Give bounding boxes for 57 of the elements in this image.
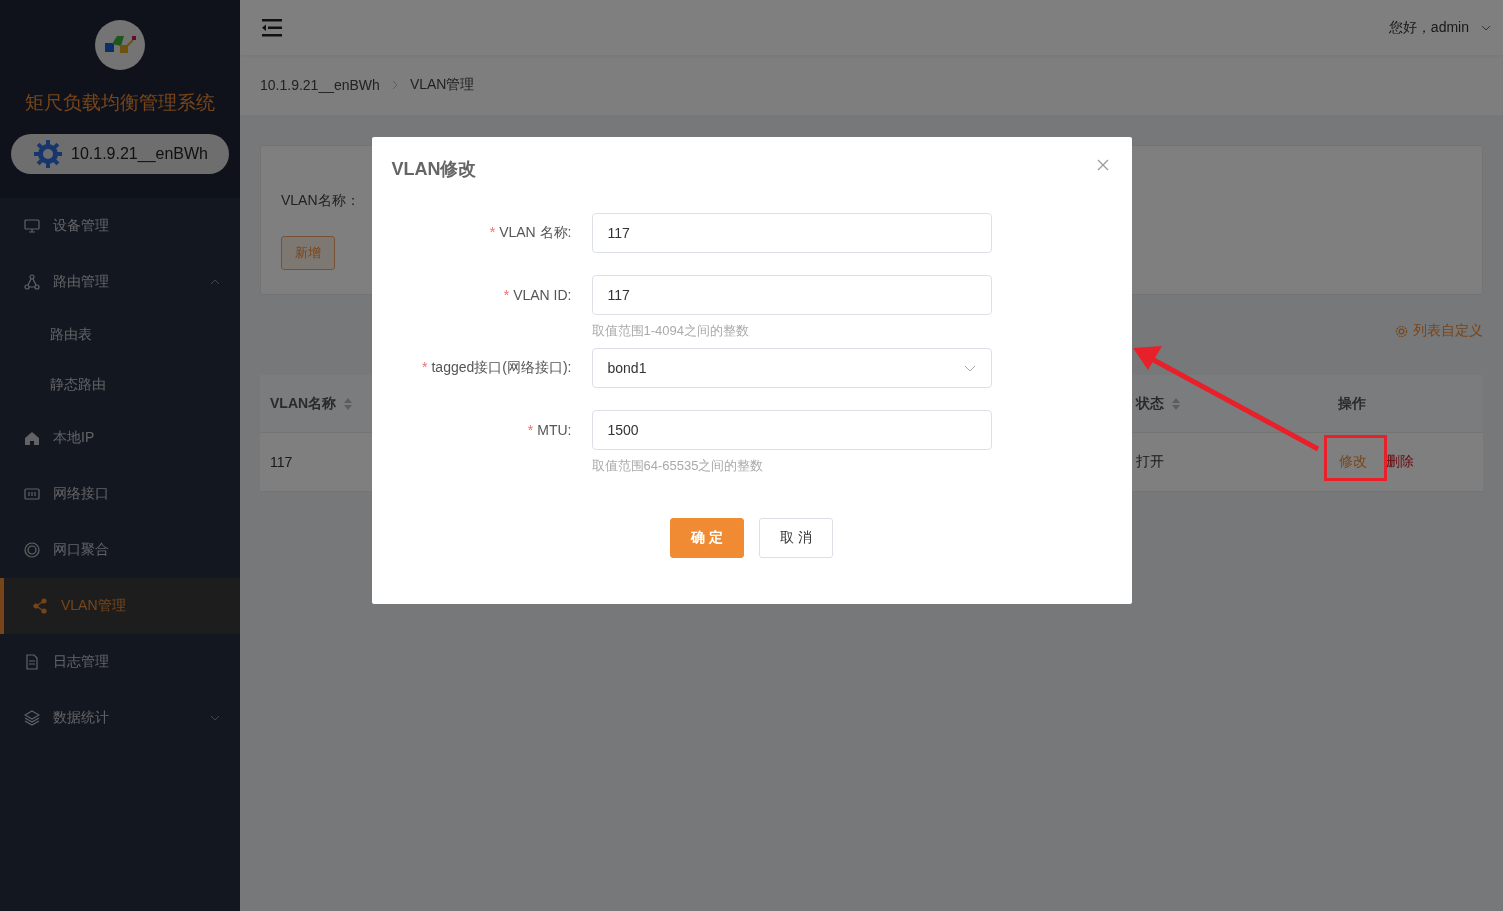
logo-icon xyxy=(95,20,145,70)
menu-item[interactable]: 本地IP xyxy=(0,410,240,466)
menu-item[interactable]: 数据统计 xyxy=(0,690,240,746)
panel-icon xyxy=(24,486,40,502)
home-icon xyxy=(24,430,40,446)
sort-icon[interactable] xyxy=(1172,397,1180,410)
system-title: 矩尺负载均衡管理系统 xyxy=(25,91,215,115)
submenu-item[interactable]: 路由表 xyxy=(0,310,240,360)
user-menu[interactable]: 您好，admin xyxy=(1388,18,1491,37)
menu-item[interactable]: VLAN管理 xyxy=(0,578,240,634)
table-cell: 打开 xyxy=(1136,453,1164,471)
delete-link[interactable]: 删除 xyxy=(1386,453,1414,471)
input-field[interactable]: 1500 xyxy=(591,410,992,450)
add-button[interactable]: 新增 xyxy=(281,236,335,270)
search-label: VLAN名称： xyxy=(281,192,360,210)
ring-icon xyxy=(24,542,40,558)
document-icon xyxy=(24,654,40,670)
table-cell: 117 xyxy=(270,454,293,470)
cancel-button[interactable]: 取 消 xyxy=(759,518,833,558)
chevron-down-icon xyxy=(1481,24,1491,31)
submenu-item[interactable]: 静态路由 xyxy=(0,360,240,410)
close-icon[interactable] xyxy=(1096,159,1109,171)
column-header[interactable]: VLAN名称 xyxy=(270,394,353,413)
breadcrumb-item[interactable]: VLAN管理 xyxy=(409,76,475,94)
edit-link[interactable]: 修改 xyxy=(1338,451,1368,473)
menu-item[interactable]: 设备管理 xyxy=(0,198,240,254)
highlight-box xyxy=(1324,435,1387,481)
field-hint: 取值范围64-65535之间的整数 xyxy=(591,457,765,475)
layers-icon xyxy=(24,710,40,726)
gear-icon xyxy=(1395,324,1408,338)
device-selector[interactable]: 10.1.9.21__enBWh xyxy=(11,134,229,174)
field-label: * VLAN ID: xyxy=(502,287,572,303)
field-hint: 取值范围1-4094之间的整数 xyxy=(591,322,750,340)
menu-icon[interactable] xyxy=(262,18,282,37)
input-field[interactable]: 117 xyxy=(591,275,992,315)
menu-item[interactable]: 网口聚合 xyxy=(0,522,240,578)
menu-item[interactable]: 网络接口 xyxy=(0,466,240,522)
share-icon xyxy=(32,598,48,614)
select-field[interactable]: bond1 xyxy=(591,348,992,388)
field-label: * MTU: xyxy=(526,422,572,438)
gear-icon xyxy=(33,139,63,169)
field-label: * tagged接口(网络接口): xyxy=(421,359,572,377)
breadcrumb-item[interactable]: 10.1.9.21__enBWh xyxy=(260,77,380,93)
column-header: 操作 xyxy=(1338,394,1366,413)
list-customize-link[interactable]: 列表自定义 xyxy=(1395,322,1483,340)
chevron-right-icon xyxy=(391,80,398,90)
field-label: * VLAN 名称: xyxy=(488,224,572,242)
menu-item[interactable]: 路由管理 xyxy=(0,254,240,310)
confirm-button[interactable]: 确 定 xyxy=(670,518,744,558)
input-field[interactable]: 117 xyxy=(591,213,992,253)
dialog-title: VLAN修改 xyxy=(391,158,477,181)
monitor-icon xyxy=(24,218,40,234)
nodes-icon xyxy=(24,274,40,290)
menu-item[interactable]: 日志管理 xyxy=(0,634,240,690)
column-header[interactable]: 状态 xyxy=(1136,394,1180,413)
chevron-down-icon xyxy=(963,364,976,372)
sort-icon[interactable] xyxy=(344,397,353,410)
